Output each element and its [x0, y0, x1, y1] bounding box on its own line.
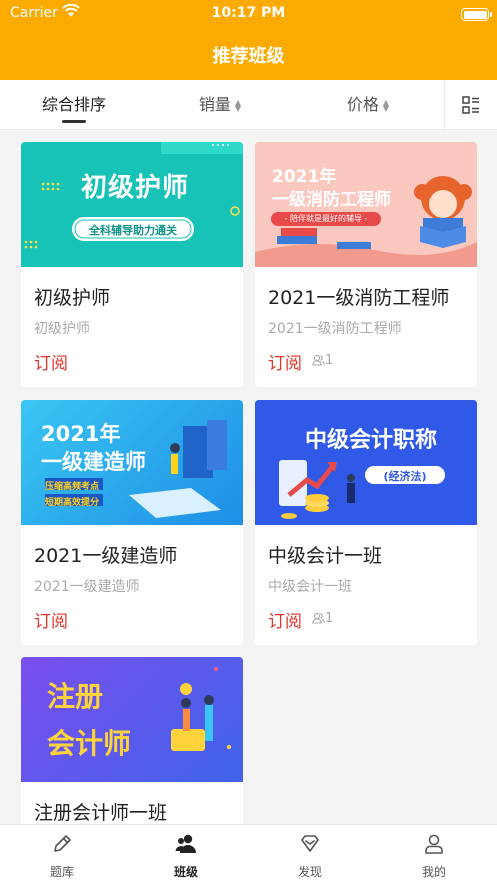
subscriber-count-value: 1	[325, 611, 334, 626]
class-icon	[175, 834, 196, 853]
course-banner-image: 2021年 一级消防工程师 - 陪伴就是最好的辅导 -	[255, 142, 477, 267]
banner-subject: (经济法)	[383, 470, 427, 483]
nav-item-classes[interactable]: 班级	[124, 825, 248, 883]
nav-label: 发现	[297, 865, 322, 879]
tab-comprehensive-label: 综合排序	[41, 95, 106, 114]
subscribe-button[interactable]: 订阅	[34, 349, 68, 374]
nav-label: 我的	[421, 865, 446, 879]
bottom-tab-bar: 题库 班级 发现 我的	[0, 824, 497, 883]
filter-tabs: 综合排序 销量 ▲ ▼ 价格 ▲ ▼	[0, 80, 497, 130]
banner-slogan: - 陪伴就是最好的辅导 -	[284, 214, 368, 223]
course-card[interactable]: 2021年 一级消防工程师 - 陪伴就是最好的辅导 - 2021一级消防工程师 …	[255, 142, 477, 387]
course-title: 中级会计一班	[268, 545, 383, 567]
course-card[interactable]: 2021年 一级建造师 压缩高频考点 短期高效提分 2021一级建造师 2021…	[21, 400, 243, 645]
status-bar: Carrier 10:17 PM	[0, 3, 497, 24]
tab-price[interactable]: 价格 ▲ ▼	[318, 80, 418, 130]
banner-tag-1: 压缩高频考点	[45, 482, 100, 492]
banner-slogan: 全科辅导助力通关	[89, 224, 177, 237]
banner-title: 一级消防工程师	[272, 190, 391, 210]
course-subtitle: 初级护师	[34, 321, 90, 337]
banner-title-line1: 注册	[47, 680, 104, 713]
course-banner-image: 注册 会计师	[21, 657, 243, 782]
course-subtitle: 中级会计一班	[268, 579, 352, 595]
subscriber-count: 1	[312, 353, 333, 368]
banner-title: 一级建造师	[41, 450, 146, 474]
banner-year: 2021年	[41, 422, 121, 446]
tab-sales[interactable]: 销量 ▲ ▼	[170, 80, 270, 130]
course-banner-image: 中级会计职称 (经济法)	[255, 400, 477, 525]
subscribe-button[interactable]: 订阅	[268, 607, 302, 632]
subscriber-count: 1	[312, 611, 333, 626]
profile-icon	[425, 834, 443, 854]
banner-tag-2: 短期高效提分	[45, 498, 100, 508]
layout-toggle-button[interactable]	[444, 80, 497, 130]
banner-title: 初级护师	[81, 173, 190, 203]
subscribe-button[interactable]: 订阅	[34, 607, 68, 632]
course-card[interactable]: 中级会计职称 (经济法) 中级会计一班 中级会计一班 订阅 1	[255, 400, 477, 645]
tab-comprehensive[interactable]: 综合排序	[20, 80, 128, 130]
nav-label: 题库	[49, 865, 74, 879]
nav-label: 班级	[173, 865, 198, 879]
course-banner-image: 2021年 一级建造师 压缩高频考点 短期高效提分	[21, 400, 243, 525]
page-title: 推荐班级	[212, 46, 285, 67]
course-subtitle: 2021一级建造师	[34, 579, 140, 595]
list-layout-icon	[462, 96, 479, 114]
nav-item-question-bank[interactable]: 题库	[0, 825, 124, 883]
banner-title: 中级会计职称	[305, 428, 438, 453]
users-icon	[312, 612, 325, 624]
course-card[interactable]: 初级护师 全科辅导助力通关 初级护师 初级护师 订阅	[21, 142, 243, 387]
discover-icon	[301, 835, 319, 852]
sort-arrows-icon: ▲ ▼	[234, 97, 242, 113]
course-banner-image: 初级护师 全科辅导助力通关	[21, 142, 243, 267]
users-icon	[312, 354, 325, 366]
course-title: 2021一级消防工程师	[268, 287, 450, 309]
sort-arrows-icon: ▲ ▼	[382, 97, 390, 113]
subscribe-button[interactable]: 订阅	[268, 349, 302, 374]
pencil-icon	[54, 835, 71, 852]
active-tab-indicator	[62, 120, 86, 123]
nav-item-profile[interactable]: 我的	[372, 825, 496, 883]
tab-price-label: 价格	[346, 95, 379, 114]
banner-year: 2021年	[272, 167, 337, 187]
status-time: 10:17 PM	[211, 5, 286, 21]
battery-icon	[461, 8, 492, 21]
subscriber-count-value: 1	[325, 353, 334, 368]
banner-title-line2: 会计师	[47, 727, 132, 760]
course-title: 初级护师	[34, 287, 111, 309]
course-title: 2021一级建造师	[34, 545, 178, 567]
course-title: 注册会计师一班	[34, 802, 168, 824]
course-subtitle: 2021一级消防工程师	[268, 321, 402, 337]
app-header: Carrier 10:17 PM 推荐班级	[0, 0, 497, 80]
nav-item-discover[interactable]: 发现	[248, 825, 372, 883]
tab-sales-label: 销量	[198, 95, 231, 114]
